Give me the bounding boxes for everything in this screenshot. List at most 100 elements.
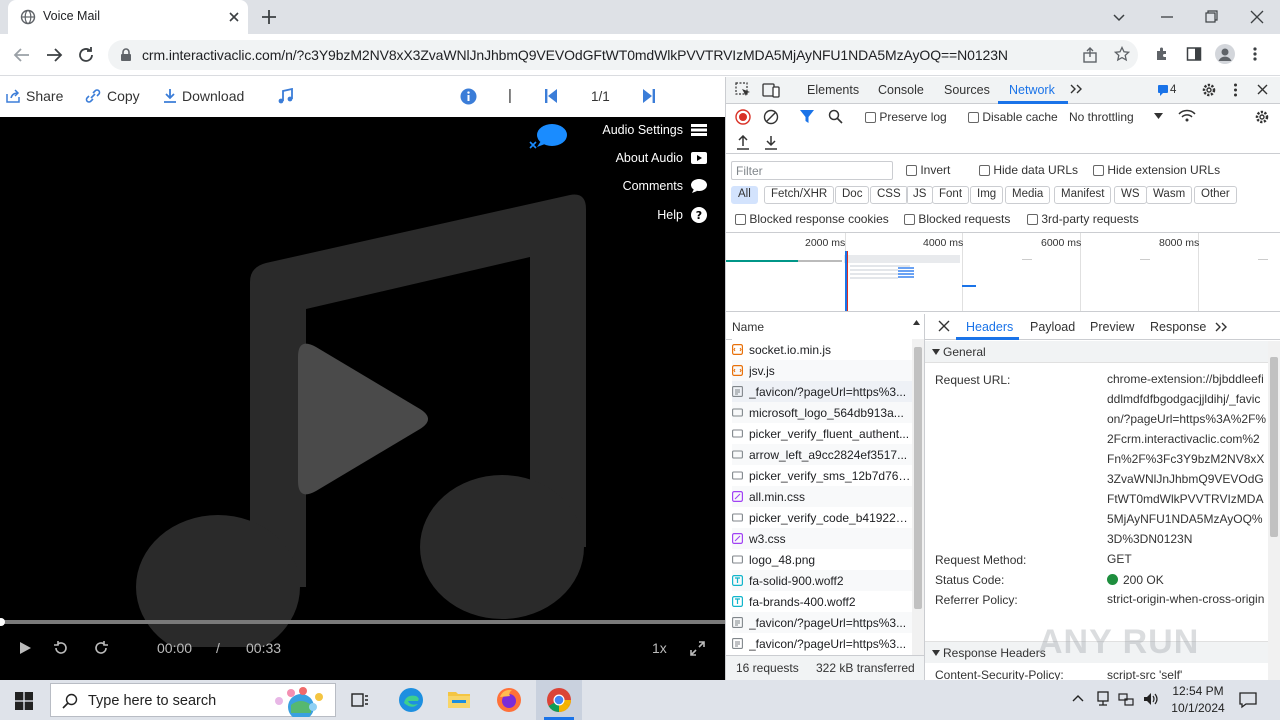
chevron-up-icon[interactable] xyxy=(1072,693,1084,703)
timeline-overview[interactable]: 2000 ms 4000 ms 6000 ms 8000 ms xyxy=(726,232,1280,312)
previous-page-icon[interactable] xyxy=(545,89,557,103)
details-scrollbar[interactable] xyxy=(1268,341,1280,680)
windows-start-icon[interactable] xyxy=(15,692,33,710)
record-icon[interactable] xyxy=(735,109,751,125)
audio-settings-menu-item[interactable]: Audio Settings xyxy=(602,123,707,137)
clear-icon[interactable] xyxy=(763,109,779,125)
tab-payload[interactable]: Payload xyxy=(1030,320,1075,334)
tab-network[interactable]: Network xyxy=(1009,83,1055,97)
export-har-icon[interactable] xyxy=(764,135,778,150)
restore-icon[interactable] xyxy=(1200,6,1222,28)
request-row[interactable]: w3.css xyxy=(732,528,912,549)
blocked-requests-checkbox[interactable]: Blocked requests xyxy=(904,212,1010,226)
request-row[interactable]: _favicon/?pageUrl=https%3... xyxy=(732,381,912,402)
dropdown-arrow-icon[interactable] xyxy=(1154,113,1163,119)
network-conditions-icon[interactable] xyxy=(1178,109,1196,123)
search-icon[interactable] xyxy=(828,109,843,124)
request-row[interactable]: picker_verify_sms_12b7d768... xyxy=(732,465,912,486)
browser-tab[interactable]: Voice Mail xyxy=(8,0,248,34)
filter-media[interactable]: Media xyxy=(1005,186,1051,204)
name-column-header[interactable]: Name xyxy=(726,314,924,340)
tab-response[interactable]: Response xyxy=(1150,320,1206,334)
invert-checkbox[interactable]: Invert xyxy=(906,163,950,177)
bookmark-star-icon[interactable] xyxy=(1114,46,1130,62)
seek-bar[interactable] xyxy=(0,620,725,624)
clock-time[interactable]: 12:54 PM xyxy=(1170,684,1226,698)
network-settings-icon[interactable] xyxy=(1254,109,1270,125)
import-har-icon[interactable] xyxy=(736,135,750,150)
back-icon[interactable] xyxy=(12,46,32,64)
download-button[interactable]: Download xyxy=(163,88,244,104)
reload-icon[interactable] xyxy=(77,46,95,64)
filter-fetch-xhr[interactable]: Fetch/XHR xyxy=(764,186,835,204)
throttling-select[interactable]: No throttling xyxy=(1069,110,1134,124)
request-row[interactable]: picker_verify_fluent_authent... xyxy=(732,423,912,444)
rewind-icon[interactable] xyxy=(53,640,69,656)
request-row[interactable]: all.min.css xyxy=(732,486,912,507)
firefox-icon[interactable] xyxy=(496,687,522,713)
request-row[interactable]: fa-brands-400.woff2 xyxy=(732,591,912,612)
filter-wasm[interactable]: Wasm xyxy=(1146,186,1193,204)
playback-speed[interactable]: 1x xyxy=(652,640,667,656)
filter-all[interactable]: All xyxy=(731,186,758,204)
close-tab-icon[interactable] xyxy=(226,9,242,25)
forward-skip-icon[interactable] xyxy=(93,640,109,656)
forward-icon[interactable] xyxy=(44,46,64,64)
audio-player-area[interactable]: Audio Settings About Audio Comments Help… xyxy=(0,117,725,680)
new-tab-icon[interactable] xyxy=(260,8,278,26)
hide-data-urls-checkbox[interactable]: Hide data URLs xyxy=(979,163,1078,177)
third-party-checkbox[interactable]: 3rd-party requests xyxy=(1027,212,1139,226)
filter-ws[interactable]: WS xyxy=(1114,186,1147,204)
extensions-icon[interactable] xyxy=(1154,46,1170,62)
help-menu-item[interactable]: Help ? xyxy=(657,207,707,223)
request-row[interactable]: fa-solid-900.woff2 xyxy=(732,570,912,591)
tab-sources[interactable]: Sources xyxy=(944,83,990,97)
device-toolbar-icon[interactable] xyxy=(762,82,780,98)
share-button[interactable]: Share xyxy=(5,88,63,104)
chrome-taskbar-button[interactable] xyxy=(536,680,582,720)
comments-menu-item[interactable]: Comments xyxy=(623,179,707,193)
request-row[interactable]: socket.io.min.js xyxy=(732,339,912,360)
lock-icon[interactable] xyxy=(120,48,132,62)
tab-elements[interactable]: Elements xyxy=(807,83,859,97)
tab-search-icon[interactable] xyxy=(1108,6,1130,28)
url-text[interactable]: crm.interactivaclic.com/n/?c3Y9bzM2NV8xX… xyxy=(142,47,1008,63)
request-list-scrollbar[interactable] xyxy=(912,339,924,655)
preserve-log-checkbox[interactable]: Preserve log xyxy=(865,110,947,124)
next-page-icon[interactable] xyxy=(643,89,655,103)
filter-font[interactable]: Font xyxy=(932,186,970,204)
blocked-cookies-checkbox[interactable]: Blocked response cookies xyxy=(735,212,889,226)
side-panel-icon[interactable] xyxy=(1186,46,1202,62)
chat-bubble-icon[interactable] xyxy=(527,123,569,153)
tab-console[interactable]: Console xyxy=(878,83,924,97)
info-icon[interactable] xyxy=(460,88,477,105)
tab-preview[interactable]: Preview xyxy=(1090,320,1134,334)
filter-input[interactable]: Filter xyxy=(731,161,893,180)
request-row[interactable]: _favicon/?pageUrl=https%3... xyxy=(732,633,912,654)
close-window-icon[interactable] xyxy=(1246,6,1268,28)
request-list[interactable]: socket.io.min.js jsv.js _favicon/?pageUrl=… xyxy=(726,339,912,655)
about-audio-menu-item[interactable]: About Audio xyxy=(616,151,707,165)
ethernet-icon[interactable] xyxy=(1118,691,1134,707)
copy-button[interactable]: Copy xyxy=(84,88,140,104)
play-icon[interactable] xyxy=(19,641,32,655)
notification-icon[interactable] xyxy=(1239,691,1257,709)
profile-avatar[interactable] xyxy=(1215,44,1235,64)
fullscreen-icon[interactable] xyxy=(690,641,705,656)
more-detail-tabs-icon[interactable] xyxy=(1214,321,1228,333)
request-row[interactable]: arrow_left_a9cc2824ef3517... xyxy=(732,444,912,465)
taskbar-search-box[interactable]: Type here to search xyxy=(50,683,336,717)
close-details-icon[interactable] xyxy=(938,320,950,332)
seek-handle[interactable] xyxy=(0,618,5,626)
filter-other[interactable]: Other xyxy=(1194,186,1237,204)
close-devtools-icon[interactable] xyxy=(1256,83,1269,96)
filter-css[interactable]: CSS xyxy=(870,186,908,204)
filter-js[interactable]: JS xyxy=(906,186,934,204)
inspect-element-icon[interactable] xyxy=(735,82,751,98)
general-section-header[interactable]: General xyxy=(925,341,1268,363)
share-page-icon[interactable] xyxy=(1082,47,1098,63)
minimize-icon[interactable] xyxy=(1156,6,1178,28)
task-view-icon[interactable] xyxy=(350,690,370,710)
chrome-menu-icon[interactable] xyxy=(1252,46,1258,62)
filter-manifest[interactable]: Manifest xyxy=(1054,186,1112,204)
